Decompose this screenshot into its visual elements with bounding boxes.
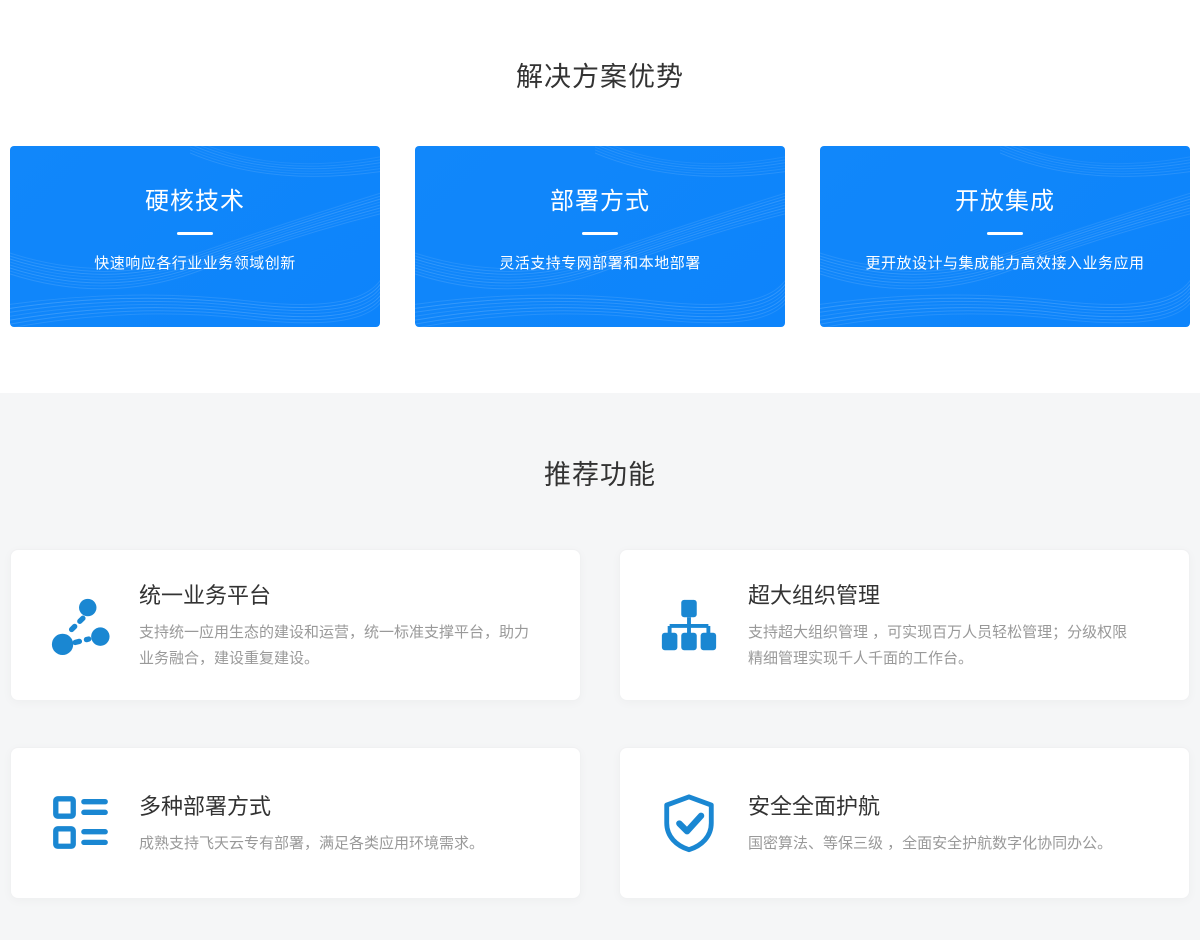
feature-title: 超大组织管理	[748, 578, 1140, 610]
advantage-card-integration: 开放集成 更开放设计与集成能力高效接入业务应用	[820, 146, 1190, 327]
divider	[177, 232, 213, 235]
advantage-card-title: 部署方式	[415, 146, 785, 216]
list-icon	[49, 792, 111, 854]
advantage-card-subtitle: 快速响应各行业业务领域创新	[10, 252, 380, 273]
features-section-title: 推荐功能	[0, 393, 1200, 492]
feature-title: 多种部署方式	[139, 789, 531, 821]
share-nodes-icon	[49, 594, 111, 656]
divider	[987, 232, 1023, 235]
feature-card-org-management: 超大组织管理 支持超大组织管理 ，可实现百万人员轻松管理；分级权限精细管理实现千…	[619, 549, 1190, 701]
advantage-card-subtitle: 灵活支持专网部署和本地部署	[415, 252, 785, 273]
feature-title: 统一业务平台	[139, 578, 531, 610]
advantages-section: 解决方案优势 硬核技术 快速响应各行业业务领域创新 部署方式 灵活支持专网部署和…	[0, 0, 1200, 393]
features-section: 推荐功能 统一业务平台 支持统一应用生态的建设和运营，统一标准支撑平台，助力业务…	[0, 393, 1200, 940]
advantages-section-title: 解决方案优势	[0, 0, 1200, 94]
advantage-card-subtitle: 更开放设计与集成能力高效接入业务应用	[820, 252, 1190, 273]
feature-description: 支持统一应用生态的建设和运营，统一标准支撑平台，助力业务融合，建设重复建设。	[139, 620, 531, 672]
shield-check-icon	[658, 792, 720, 854]
feature-card-deployment: 多种部署方式 成熟支持飞天云专有部署，满足各类应用环境需求。	[10, 747, 581, 899]
org-chart-icon	[658, 594, 720, 656]
feature-title: 安全全面护航	[748, 789, 1140, 821]
divider	[582, 232, 618, 235]
feature-card-unified-platform: 统一业务平台 支持统一应用生态的建设和运营，统一标准支撑平台，助力业务融合，建设…	[10, 549, 581, 701]
feature-description: 成熟支持飞天云专有部署，满足各类应用环境需求。	[139, 831, 531, 857]
feature-cards-grid: 统一业务平台 支持统一应用生态的建设和运营，统一标准支撑平台，助力业务融合，建设…	[0, 549, 1200, 899]
feature-description: 国密算法、等保三级 ，全面安全护航数字化协同办公。	[748, 831, 1140, 857]
advantage-cards-row: 硬核技术 快速响应各行业业务领域创新 部署方式 灵活支持专网部署和本地部署 开放…	[0, 146, 1200, 327]
advantage-card-tech: 硬核技术 快速响应各行业业务领域创新	[10, 146, 380, 327]
advantage-card-title: 硬核技术	[10, 146, 380, 216]
feature-card-security: 安全全面护航 国密算法、等保三级 ，全面安全护航数字化协同办公。	[619, 747, 1190, 899]
feature-description: 支持超大组织管理 ，可实现百万人员轻松管理；分级权限精细管理实现千人千面的工作台…	[748, 620, 1140, 672]
advantage-card-deploy: 部署方式 灵活支持专网部署和本地部署	[415, 146, 785, 327]
advantage-card-title: 开放集成	[820, 146, 1190, 216]
